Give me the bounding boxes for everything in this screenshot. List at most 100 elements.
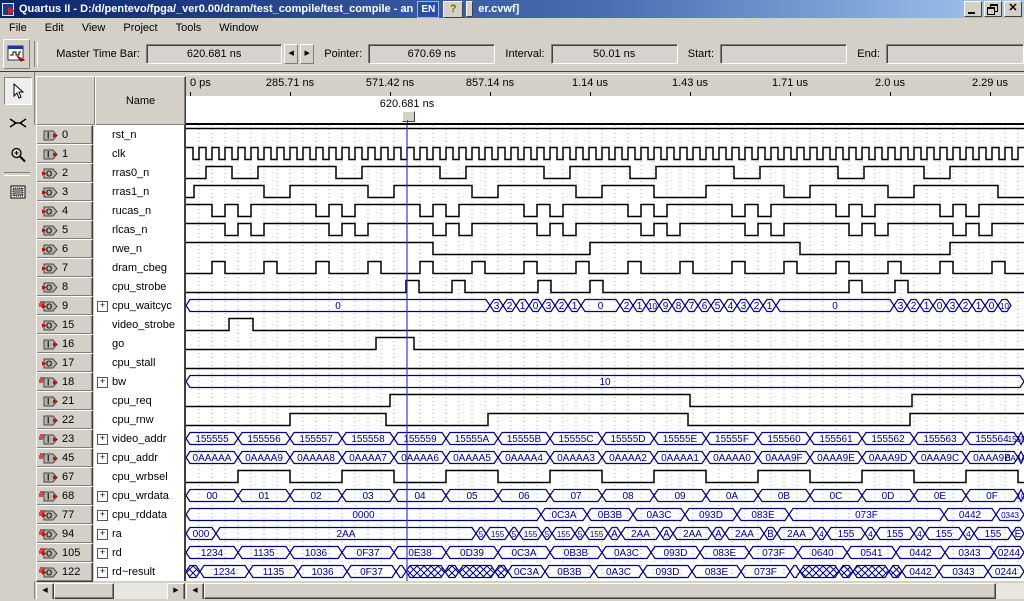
minimize-button[interactable]: [964, 1, 982, 17]
signal-name-cell-bw[interactable]: +bw: [94, 372, 184, 391]
signal-name-cell-cpu_waitcyc[interactable]: +cpu_waitcyc: [94, 296, 184, 315]
wave-scroll-thumb[interactable]: [204, 583, 996, 599]
signal-name-cell-cpu_rddata[interactable]: +cpu_rddata: [94, 505, 184, 524]
signal-name-cell-ra[interactable]: +ra: [94, 524, 184, 543]
signal-row-button-video_addr[interactable]: I23: [36, 429, 93, 449]
signal-name-cell-rras1_n[interactable]: rras1_n: [94, 182, 184, 201]
signal-row-button-cpu_stall[interactable]: O17: [36, 353, 93, 373]
signal-row-button-go[interactable]: I16: [36, 334, 93, 354]
signal-row-button-cpu_rddata[interactable]: O77: [36, 505, 93, 525]
close-button[interactable]: ✕: [1004, 1, 1022, 17]
signal-row-button-rst_n[interactable]: I0: [36, 125, 93, 145]
signal-row-button-cpu_waitcyc[interactable]: O9: [36, 296, 93, 316]
signal-row-button-dram_cbeg[interactable]: O7: [36, 258, 93, 278]
expand-plus-icon[interactable]: +: [97, 491, 108, 502]
waveform-canvas[interactable]: 0321032102110987654321032103210101015555…: [186, 125, 1024, 581]
signal-row-button-cpu_req[interactable]: I21: [36, 391, 93, 411]
svg-text:4: 4: [917, 530, 922, 539]
master-time-bar-handle[interactable]: [402, 111, 415, 122]
name-scroll-track[interactable]: [114, 583, 167, 599]
svg-text:083E: 083E: [713, 548, 737, 559]
selection-tool-button[interactable]: [4, 77, 32, 105]
time-ruler[interactable]: 0 ps285.71 ns571.42 ns857.14 ns1.14 us1.…: [186, 74, 1024, 98]
name-scroll-thumb[interactable]: [54, 583, 114, 599]
waveform-edit-tool-button[interactable]: [4, 109, 32, 137]
waveform-file-icon[interactable]: [3, 39, 30, 69]
signal-row-button-rd~result[interactable]: O122: [36, 562, 93, 582]
language-indicator[interactable]: EN: [417, 1, 439, 18]
signal-name-cell-dram_cbeg[interactable]: dram_cbeg: [94, 258, 184, 277]
signal-row-button-cpu_rnw[interactable]: I22: [36, 410, 93, 430]
name-column-header[interactable]: Name: [95, 76, 186, 126]
signal-name-cell-rlcas_n[interactable]: rlcas_n: [94, 220, 184, 239]
expand-plus-icon[interactable]: +: [97, 434, 108, 445]
zoom-tool-button[interactable]: [4, 141, 32, 169]
wave-scroll-track[interactable]: [996, 583, 1024, 599]
signal-name-cell-cpu_stall[interactable]: cpu_stall: [94, 353, 184, 372]
menu-view[interactable]: View: [73, 20, 115, 36]
expand-plus-icon[interactable]: +: [97, 567, 108, 578]
signal-index: 4: [62, 205, 68, 217]
menu-edit[interactable]: Edit: [36, 20, 73, 36]
signal-name-cell-rras0_n[interactable]: rras0_n: [94, 163, 184, 182]
restore-button[interactable]: [984, 1, 1002, 17]
toolbar-grip-icon[interactable]: [466, 1, 473, 17]
menu-file[interactable]: File: [0, 20, 36, 36]
id-column-header[interactable]: [36, 76, 96, 126]
master-time-bar-field[interactable]: 620.681 ns: [146, 44, 282, 64]
menu-tools[interactable]: Tools: [167, 20, 211, 36]
signal-index: 0: [62, 129, 68, 141]
signal-name-cell-rd[interactable]: +rd: [94, 543, 184, 562]
svg-text:3: 3: [494, 301, 500, 312]
signal-name-cell-cpu_rnw[interactable]: cpu_rnw: [94, 410, 184, 429]
svg-text:A: A: [611, 529, 618, 540]
signal-name-cell-rucas_n[interactable]: rucas_n: [94, 201, 184, 220]
signal-name-cell-rd~result[interactable]: +rd~result: [94, 562, 184, 581]
menu-project[interactable]: Project: [114, 20, 166, 36]
svg-text:0AAAA9: 0AAAA9: [245, 453, 283, 464]
expand-plus-icon[interactable]: +: [97, 510, 108, 521]
signal-name-cell-rst_n[interactable]: rst_n: [94, 125, 184, 144]
expand-plus-icon[interactable]: +: [97, 377, 108, 388]
signal-name-cell-cpu_addr[interactable]: +cpu_addr: [94, 448, 184, 467]
signal-row-button-cpu_wrdata[interactable]: I68: [36, 486, 93, 506]
full-screen-button[interactable]: [4, 178, 32, 206]
signal-name-cell-video_strobe[interactable]: video_strobe: [94, 315, 184, 334]
expand-plus-icon[interactable]: +: [97, 301, 108, 312]
signal-name-cell-cpu_req[interactable]: cpu_req: [94, 391, 184, 410]
time-bar-left-arrow[interactable]: ◀: [284, 44, 298, 64]
waveform-plot[interactable]: 0321032102110987654321032103210101015555…: [186, 125, 1024, 581]
signal-row-button-clk[interactable]: I1: [36, 144, 93, 164]
signal-name-cell-clk[interactable]: clk: [94, 144, 184, 163]
signal-row-button-rlcas_n[interactable]: O5: [36, 220, 93, 240]
signal-row-button-rd[interactable]: O105: [36, 543, 93, 563]
svg-text:10: 10: [648, 302, 657, 311]
master-time-bar-strip[interactable]: 620.681 ns: [186, 96, 1024, 125]
signal-row-button-cpu_wrbsel[interactable]: I67: [36, 467, 93, 487]
signal-row-button-rras0_n[interactable]: O2: [36, 163, 93, 183]
expand-plus-icon[interactable]: +: [97, 548, 108, 559]
signal-row-button-rwe_n[interactable]: O6: [36, 239, 93, 259]
signal-name-cell-cpu_wrdata[interactable]: +cpu_wrdata: [94, 486, 184, 505]
signal-name-cell-go[interactable]: go: [94, 334, 184, 353]
time-bar-right-arrow[interactable]: ▶: [300, 44, 314, 64]
signal-name-cell-cpu_wrbsel[interactable]: cpu_wrbsel: [94, 467, 184, 486]
signal-row-button-bw[interactable]: I18: [36, 372, 93, 392]
expand-plus-icon[interactable]: +: [97, 529, 108, 540]
svg-text:02: 02: [310, 491, 322, 502]
start-field[interactable]: [720, 44, 847, 64]
signal-row-button-rras1_n[interactable]: O3: [36, 182, 93, 202]
signal-name-cell-rwe_n[interactable]: rwe_n: [94, 239, 184, 258]
signal-row-button-cpu_addr[interactable]: I45: [36, 448, 93, 468]
menu-window[interactable]: Window: [210, 20, 267, 36]
signal-row-button-ra[interactable]: O94: [36, 524, 93, 544]
signal-row-button-video_strobe[interactable]: O15: [36, 315, 93, 335]
end-field[interactable]: [886, 44, 1024, 64]
signal-index: 45: [62, 452, 74, 464]
signal-row-button-rucas_n[interactable]: O4: [36, 201, 93, 221]
help-icon[interactable]: ?: [443, 1, 463, 18]
expand-plus-icon[interactable]: +: [97, 453, 108, 464]
signal-name-cell-cpu_strobe[interactable]: cpu_strobe: [94, 277, 184, 296]
signal-name-cell-video_addr[interactable]: +video_addr: [94, 429, 184, 448]
signal-row-button-cpu_strobe[interactable]: O8: [36, 277, 93, 297]
